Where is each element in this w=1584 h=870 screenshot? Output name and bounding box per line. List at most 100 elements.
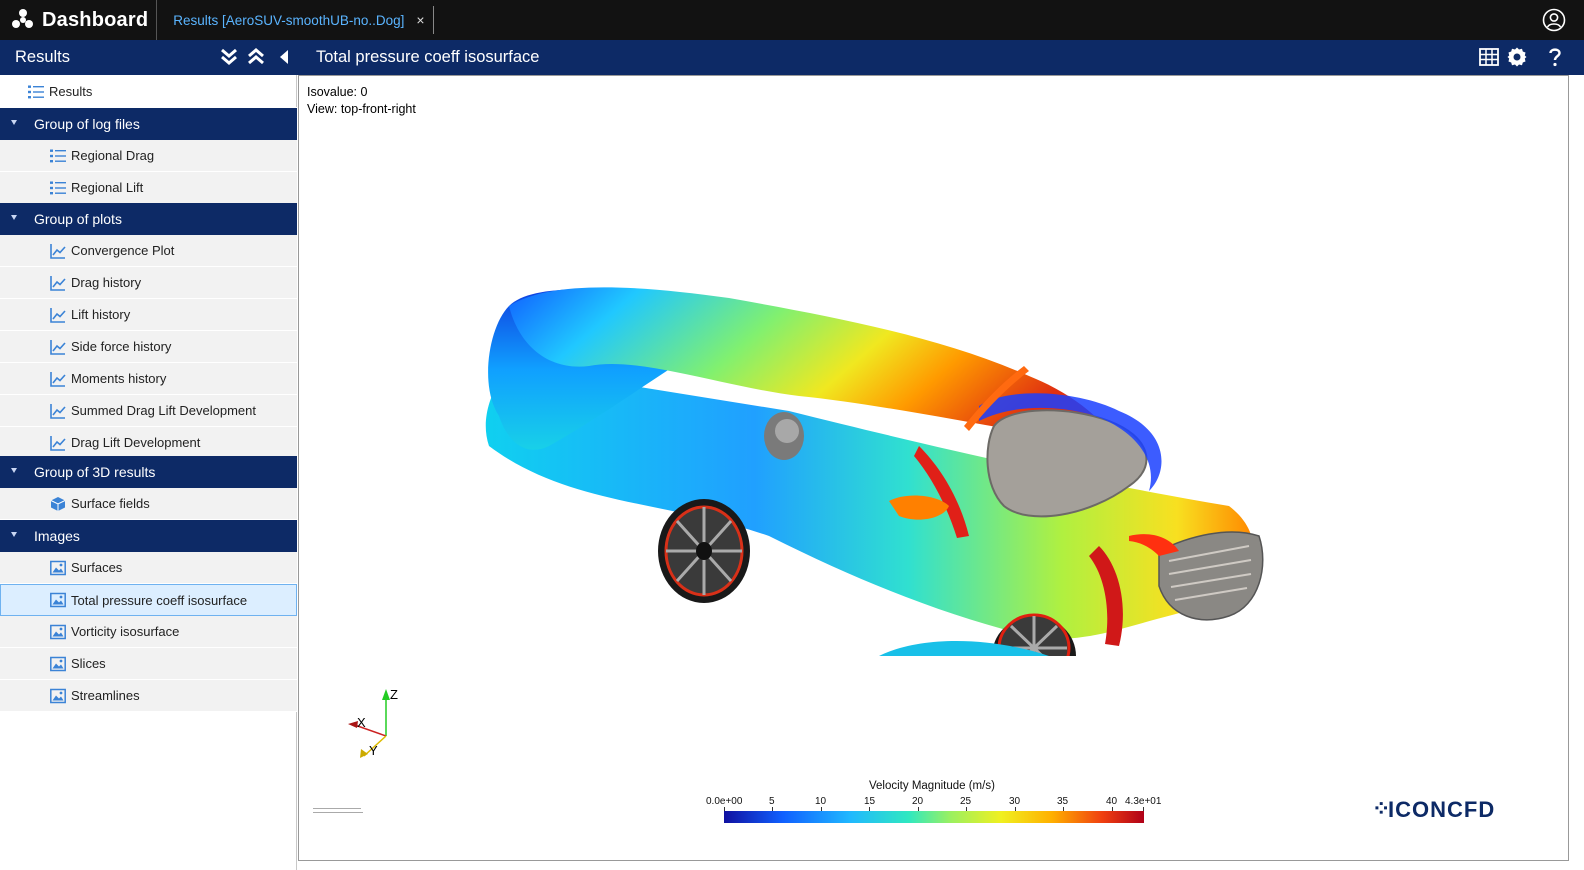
cube-icon [50, 496, 66, 511]
sidebar-item-vorticity-isosurface[interactable]: Vorticity isosurface [0, 616, 297, 648]
sidebar-item-surface-fields[interactable]: Surface fields [0, 488, 297, 520]
sidebar-item-label: Convergence Plot [71, 243, 175, 258]
car-isosurface-image [485, 287, 1264, 656]
caret-down-icon[interactable] [11, 532, 17, 537]
line-chart-icon [50, 371, 66, 387]
list-icon [50, 181, 66, 194]
sidebar-item-convergence-plot[interactable]: Convergence Plot [0, 235, 297, 267]
image-icon [50, 688, 66, 703]
sidebar-item-drag-history[interactable]: Drag history [0, 267, 297, 299]
legend-colorbar [724, 811, 1144, 823]
caret-down-icon[interactable] [11, 468, 17, 473]
sidebar-item-results-root[interactable]: Results [0, 76, 297, 108]
sidebar-item-label: Regional Drag [71, 148, 155, 163]
caret-down-icon[interactable] [11, 215, 17, 220]
app-title: Dashboard [42, 8, 149, 31]
legend-tick: 35 [1057, 796, 1069, 807]
axis-x-label: X [357, 715, 366, 730]
legend-tick: 20 [912, 796, 924, 807]
svg-text:ICONCFD: ICONCFD [1388, 797, 1495, 822]
sidebar-item-label: Total pressure coeff isosurface [71, 592, 248, 608]
sidebar-item-slices[interactable]: Slices [0, 648, 297, 680]
sidebar-item-label: Vorticity isosurface [71, 624, 180, 639]
top-bar: Dashboard Results [AeroSUV-smoothUB-no..… [0, 0, 1584, 40]
isovalue-label: Isovalue: 0 [307, 85, 368, 99]
table-view-icon[interactable] [1478, 46, 1500, 68]
list-icon [50, 149, 66, 162]
sidebar-item-streamlines[interactable]: Streamlines [0, 680, 297, 712]
group-plots[interactable]: Group of plots [0, 203, 297, 235]
view-label: View: top-front-right [307, 102, 416, 116]
sidebar-item-label: Results [49, 84, 93, 99]
legend-tick: 15 [864, 796, 876, 807]
sidebar-item-label: Slices [71, 656, 106, 671]
dashboard-logo-icon [12, 9, 34, 31]
sidebar-item-moments-history[interactable]: Moments history [0, 363, 297, 395]
line-chart-icon [50, 403, 66, 419]
sidebar-item-label: Moments history [71, 371, 167, 386]
legend-tick: 40 [1106, 796, 1118, 807]
sidebar-item-label: Summed Drag Lift Development [71, 403, 256, 418]
sidebar-item-lift-history[interactable]: Lift history [0, 299, 297, 331]
sidebar-item-regional-lift[interactable]: Regional Lift [0, 172, 297, 204]
legend-tick: 30 [1009, 796, 1021, 807]
tab-close-icon[interactable]: × [416, 12, 424, 28]
legend-tick: 25 [960, 796, 972, 807]
list-icon [28, 85, 44, 98]
user-account-icon[interactable] [1542, 8, 1566, 32]
legend-tick: 4.3e+01 [1125, 796, 1162, 807]
image-icon [50, 656, 66, 671]
sidebar-item-drag-lift-development[interactable]: Drag Lift Development [0, 427, 297, 459]
results-tab[interactable]: Results [AeroSUV-smoothUB-no..Dog] × [163, 6, 434, 34]
group-log-files[interactable]: Group of log files [0, 108, 297, 140]
render-watermark [313, 808, 363, 816]
sidebar-item-label: Lift history [71, 307, 131, 322]
expand-all-icon[interactable] [218, 46, 240, 68]
collapse-all-icon[interactable] [245, 46, 267, 68]
image-icon [50, 624, 66, 639]
line-chart-icon [50, 243, 66, 259]
line-chart-icon [50, 339, 66, 355]
line-chart-icon [50, 275, 66, 291]
group-images[interactable]: Images [0, 520, 297, 552]
iconcfd-logo: ⁘ ICONCFD [1372, 796, 1495, 822]
image-icon [50, 560, 66, 575]
sidebar-item-regional-drag[interactable]: Regional Drag [0, 140, 297, 172]
collapse-sidebar-icon[interactable] [274, 46, 296, 68]
sidebar-item-label: Streamlines [71, 688, 140, 703]
line-chart-icon [50, 307, 66, 323]
brand[interactable]: Dashboard [0, 0, 158, 40]
sidebar-item-side-force-history[interactable]: Side force history [0, 331, 297, 363]
image-icon [50, 592, 66, 608]
legend-tick: 10 [815, 796, 827, 807]
sidebar-item-label: Surface fields [71, 496, 150, 511]
axis-y-label: Y [369, 743, 378, 758]
tab-label[interactable]: Results [AeroSUV-smoothUB-no..Dog] [173, 13, 404, 28]
group-label: Images [34, 528, 80, 544]
group-label: Group of plots [34, 211, 122, 227]
sidebar: Results Group of log files Regional Drag… [0, 75, 297, 870]
sidebar-item-surfaces[interactable]: Surfaces [0, 552, 297, 584]
sidebar-item-label: Surfaces [71, 560, 123, 575]
sidebar-item-label: Drag history [71, 275, 142, 290]
line-chart-icon [50, 435, 66, 451]
orientation-axes-icon [348, 689, 390, 758]
group-3d-results[interactable]: Group of 3D results [0, 456, 297, 488]
page-title: Total pressure coeff isosurface [316, 48, 540, 66]
legend-title: Velocity Magnitude (m/s) [869, 780, 995, 792]
axis-z-label: Z [390, 687, 398, 702]
caret-down-icon[interactable] [11, 120, 17, 125]
sidebar-item-label: Drag Lift Development [71, 435, 201, 450]
sidebar-item-summed-drag-lift[interactable]: Summed Drag Lift Development [0, 395, 297, 427]
header-bar: Results Total pressure coeff isosurface [0, 40, 1584, 75]
sidebar-item-total-pressure-isosurface[interactable]: Total pressure coeff isosurface [0, 584, 297, 616]
help-icon[interactable] [1544, 46, 1566, 68]
sidebar-item-label: Side force history [71, 339, 172, 354]
settings-gear-icon[interactable] [1506, 46, 1528, 68]
legend-tick: 0.0e+00 [706, 796, 743, 807]
group-label: Group of 3D results [34, 464, 156, 480]
group-label: Group of log files [34, 116, 140, 132]
sidebar-title: Results [15, 48, 71, 66]
legend-tick: 5 [769, 796, 775, 807]
image-viewer[interactable]: Isovalue: 0 View: top-front-right Z X Y … [298, 75, 1569, 861]
